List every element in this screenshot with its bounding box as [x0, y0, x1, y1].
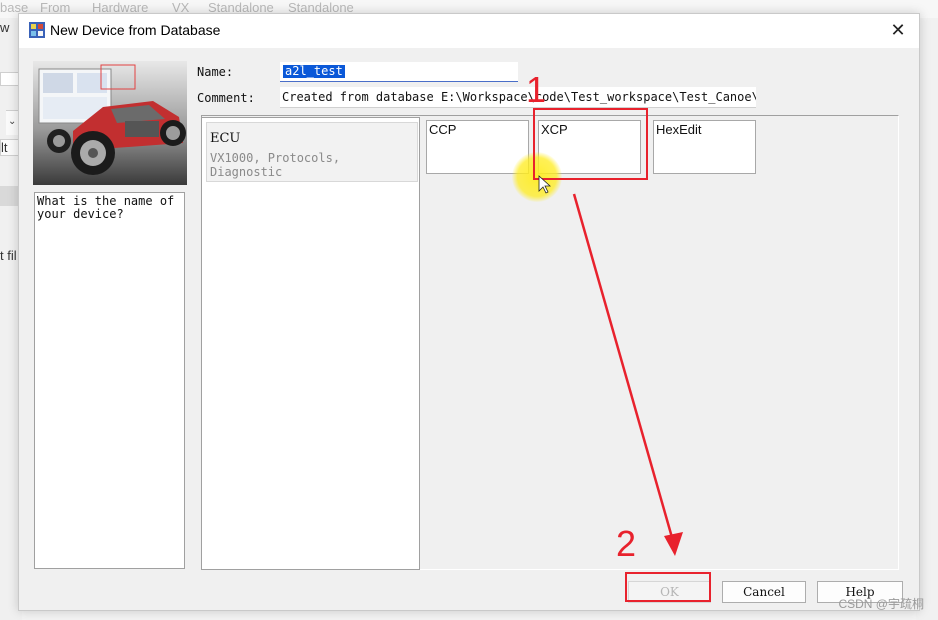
category-list[interactable]: ECU VX1000, Protocols, Diagnostic: [201, 117, 420, 570]
name-input-selection: a2l_test: [283, 64, 345, 78]
protocol-label: CCP: [429, 122, 457, 137]
cancel-button[interactable]: Cancel: [722, 581, 806, 603]
help-text-box: What is the name of your device?: [34, 192, 185, 569]
annotation-number-2: 2: [616, 523, 637, 564]
annotation-box-ok: [625, 572, 711, 602]
category-item-ecu[interactable]: ECU VX1000, Protocols, Diagnostic: [206, 122, 418, 182]
comment-label: Comment:: [197, 91, 255, 105]
name-input[interactable]: a2l_test: [280, 62, 518, 82]
dialog-titlebar[interactable]: New Device from Database ✕: [19, 14, 919, 48]
bg-left-fragment: t fil: [0, 248, 17, 263]
dialog-title: New Device from Database: [50, 22, 221, 38]
watermark: CSDN @宇疏桐: [838, 597, 924, 611]
chevron-down-icon: ⌄: [8, 116, 17, 127]
protocol-tile-hexedit[interactable]: HexEdit: [653, 120, 756, 174]
annotation-number-1: 1: [526, 69, 547, 110]
new-device-dialog: New Device from Database ✕ What is the n…: [18, 13, 920, 611]
device-illustration: [33, 61, 187, 185]
comment-input[interactable]: Created from database E:\Workspace\code\…: [280, 87, 756, 108]
close-button[interactable]: ✕: [885, 18, 911, 44]
category-title: ECU: [210, 131, 241, 146]
category-subtitle: VX1000, Protocols, Diagnostic: [210, 151, 341, 179]
bg-left-selection: [0, 186, 20, 206]
annotation-box-xcp: [533, 108, 648, 180]
protocol-label: HexEdit: [656, 122, 702, 137]
close-icon: ✕: [890, 20, 906, 41]
name-label: Name:: [197, 65, 234, 79]
bg-left-fragment: w: [0, 20, 10, 35]
app-icon: [29, 22, 45, 38]
